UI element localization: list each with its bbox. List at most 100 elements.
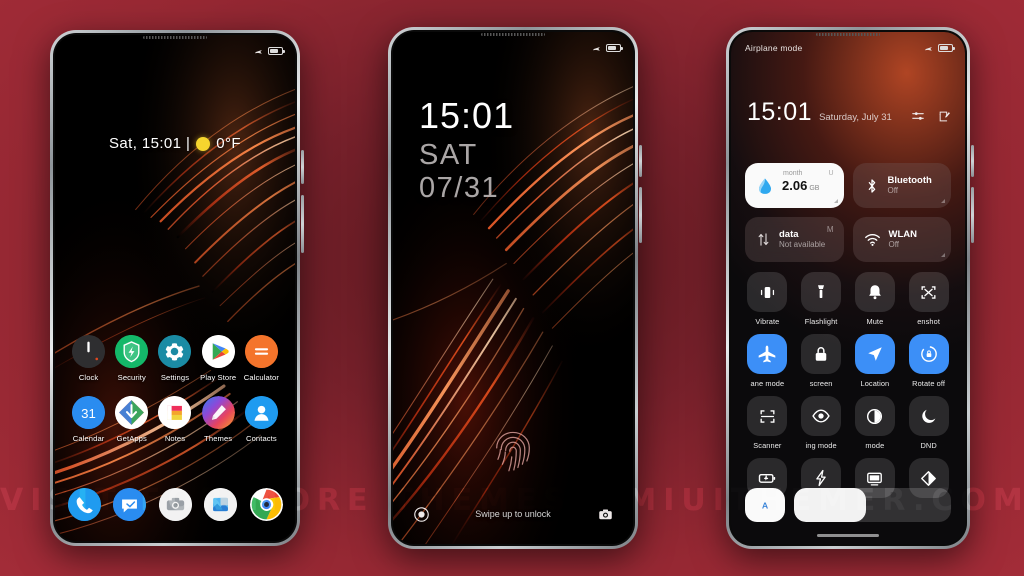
tile-bluetooth-state: Off bbox=[887, 186, 899, 196]
app-clock[interactable]: Clock bbox=[67, 335, 110, 382]
camera-icon[interactable] bbox=[158, 488, 192, 521]
location-arrow-icon bbox=[854, 334, 895, 374]
pencil-square-icon[interactable] bbox=[938, 110, 951, 123]
calculator-icon bbox=[244, 335, 278, 368]
qs-label: screen bbox=[809, 379, 833, 388]
svg-text:31: 31 bbox=[81, 406, 96, 421]
dark-mode-contrast-icon bbox=[854, 396, 895, 436]
data-usage-drop-icon bbox=[759, 178, 771, 194]
lock-screen-time: 15:01 bbox=[419, 95, 515, 136]
tile-wlan[interactable]: WLAN Off bbox=[852, 217, 951, 262]
qs-dnd[interactable]: DND bbox=[906, 396, 951, 450]
tile-data-usage-right: U bbox=[828, 170, 834, 177]
phone2-bezel: 15:01 SAT 07/31 Swipe up to unlock bbox=[391, 30, 635, 546]
qs-lock-screen[interactable]: screen bbox=[799, 334, 844, 388]
phone2-screen: 15:01 SAT 07/31 Swipe up to unlock bbox=[393, 32, 633, 544]
qs-screenshot[interactable]: enshot bbox=[906, 272, 951, 326]
app-label: Calendar bbox=[72, 434, 105, 443]
clock-weather-widget[interactable]: Sat, 15:01 | 0°F bbox=[55, 135, 295, 152]
dnd-moon-icon bbox=[908, 396, 949, 436]
contacts-icon bbox=[244, 396, 278, 429]
qs-mute[interactable]: Mute bbox=[853, 272, 898, 326]
mute-bell-icon bbox=[854, 272, 895, 312]
app-label: GetApps bbox=[116, 434, 147, 443]
auto-brightness-icon[interactable]: A bbox=[745, 488, 785, 522]
brightness-slider-fill bbox=[794, 488, 867, 522]
qs-label: enshot bbox=[917, 317, 941, 326]
app-label: Settings bbox=[160, 373, 190, 382]
qs-label: Location bbox=[860, 379, 890, 388]
control-center-header: 15:01 Saturday, July 31 bbox=[747, 100, 951, 125]
qs-rotate[interactable]: Rotate off bbox=[906, 334, 951, 388]
qs-label: mode bbox=[865, 441, 885, 450]
qs-reading-mode[interactable]: ing mode bbox=[799, 396, 844, 450]
phone-control-center: Airplane mode 15:01 Saturday, July 31 mo… bbox=[726, 27, 974, 549]
dock bbox=[55, 488, 295, 521]
tile-expand-corner[interactable] bbox=[833, 199, 838, 203]
tile-mobile-data[interactable]: data Not available M bbox=[745, 217, 844, 262]
app-label: Notes bbox=[164, 434, 186, 443]
qs-vibrate[interactable]: Vibrate bbox=[745, 272, 790, 326]
settings-gear-icon bbox=[158, 335, 192, 368]
tile-expand-corner[interactable] bbox=[941, 199, 945, 203]
mobile-data-icon bbox=[758, 233, 769, 246]
battery-icon bbox=[938, 43, 955, 53]
wallpaper bbox=[55, 35, 295, 541]
lock-screen-date: 07/31 bbox=[419, 172, 500, 204]
scanner-icon bbox=[747, 396, 788, 436]
phone3-bezel: Airplane mode 15:01 Saturday, July 31 mo… bbox=[729, 30, 967, 546]
messages-icon[interactable] bbox=[113, 488, 146, 521]
app-contacts[interactable]: Contacts bbox=[240, 396, 283, 443]
getapps-icon bbox=[115, 396, 149, 429]
temperature-text: 0°F bbox=[216, 135, 241, 152]
qs-label: Mute bbox=[866, 317, 884, 326]
brightness-slider[interactable] bbox=[794, 488, 951, 522]
clock-icon bbox=[72, 335, 106, 368]
sliders-icon[interactable] bbox=[911, 109, 925, 123]
gallery-icon[interactable] bbox=[204, 488, 237, 521]
themes-icon bbox=[201, 396, 235, 429]
tile-data-usage[interactable]: month 2.06 GB U bbox=[745, 163, 844, 208]
app-themes[interactable]: Themes bbox=[197, 396, 240, 443]
qs-label: Rotate off bbox=[912, 379, 946, 388]
fingerprint-icon[interactable] bbox=[493, 430, 533, 474]
app-label: Contacts bbox=[246, 434, 277, 443]
app-grid: Clock Security Settings Play Store Calcu… bbox=[67, 335, 283, 443]
tile-wlan-state: Off bbox=[888, 240, 900, 250]
app-settings[interactable]: Settings bbox=[153, 335, 196, 382]
app-notes[interactable]: Notes bbox=[153, 396, 196, 443]
tile-bluetooth[interactable]: Bluetooth Off bbox=[852, 163, 951, 208]
earpiece-speaker bbox=[143, 36, 207, 39]
app-label: Calculator bbox=[243, 373, 279, 382]
battery-icon bbox=[268, 46, 285, 56]
qs-flashlight[interactable]: Flashlight bbox=[799, 272, 844, 326]
home-indicator[interactable] bbox=[817, 534, 879, 537]
control-center-big-tiles: month 2.06 GB U Bluetooth Off data Not a… bbox=[745, 163, 951, 262]
qs-location[interactable]: Location bbox=[853, 334, 898, 388]
tile-wlan-title: WLAN bbox=[888, 229, 918, 240]
unlock-hint: Swipe up to unlock bbox=[475, 509, 551, 519]
qs-label: ing mode bbox=[805, 441, 837, 450]
qs-airplane-mode[interactable]: ane mode bbox=[745, 334, 790, 388]
sun-icon bbox=[196, 136, 211, 151]
airplane-mode-icon bbox=[255, 49, 262, 54]
tile-expand-corner[interactable] bbox=[941, 253, 945, 257]
earpiece-speaker bbox=[481, 33, 545, 36]
app-play-store[interactable]: Play Store bbox=[197, 335, 240, 382]
app-calculator[interactable]: Calculator bbox=[240, 335, 283, 382]
app-security[interactable]: Security bbox=[110, 335, 153, 382]
qs-dark-mode[interactable]: mode bbox=[853, 396, 898, 450]
qs-label: Scanner bbox=[753, 441, 782, 450]
phone1-bezel: Sat, 15:01 | 0°F Clock Security Settings… bbox=[53, 33, 297, 543]
app-getapps[interactable]: GetApps bbox=[110, 396, 153, 443]
qs-scanner[interactable]: Scanner bbox=[745, 396, 790, 450]
control-center-date: Saturday, July 31 bbox=[819, 112, 892, 123]
brightness-controls: A bbox=[745, 488, 951, 522]
phone3-status-bar: Airplane mode bbox=[731, 32, 965, 58]
airplane-mode-icon bbox=[747, 334, 788, 374]
bluetooth-icon bbox=[868, 178, 875, 193]
chrome-icon[interactable] bbox=[249, 488, 283, 521]
phone-icon[interactable] bbox=[67, 488, 101, 521]
app-calendar[interactable]: 31 Calendar bbox=[67, 396, 110, 443]
rotate-lock-icon bbox=[908, 334, 949, 374]
